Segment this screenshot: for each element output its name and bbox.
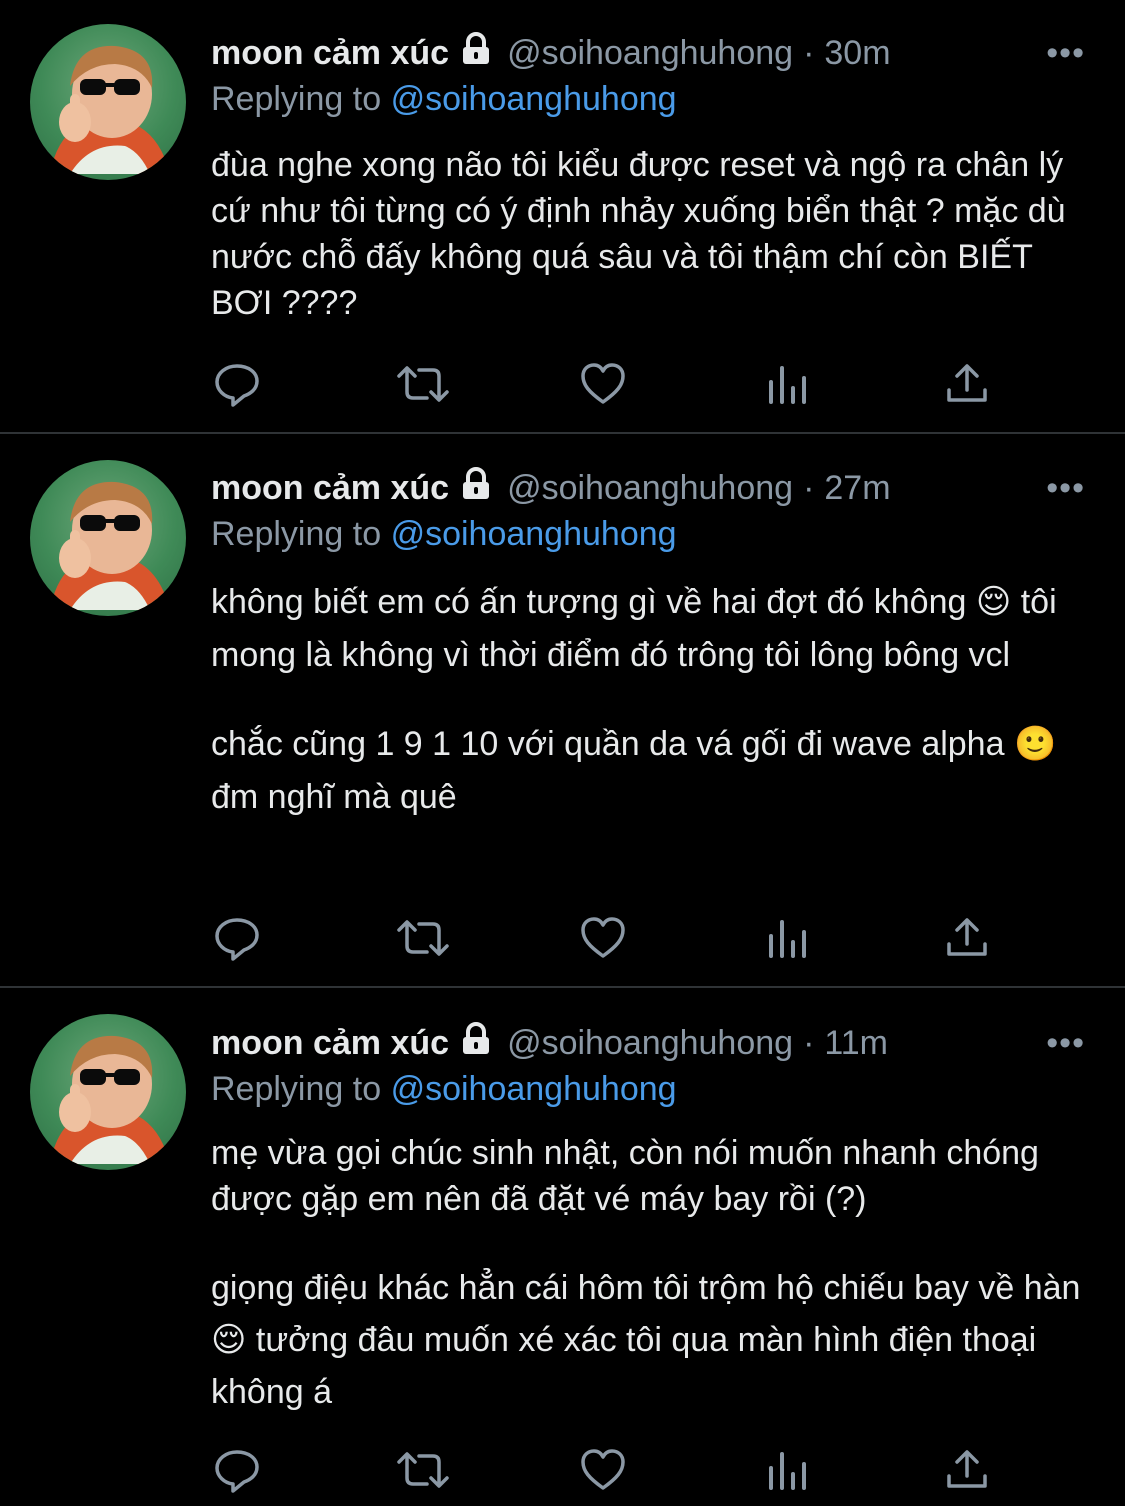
like-icon[interactable] (579, 914, 627, 962)
action-bar (213, 914, 1003, 962)
reply-icon[interactable] (213, 360, 261, 408)
tweet-text: không biết em có ấn tượng gì về hai đợt … (211, 576, 1091, 824)
like-icon[interactable] (579, 1446, 627, 1494)
action-bar (213, 360, 1003, 408)
timestamp[interactable]: 30m (824, 34, 890, 73)
separator: · (803, 468, 815, 507)
tweet-text: đùa nghe xong não tôi kiểu được reset và… (211, 142, 1091, 326)
tweet-paragraph: mẹ vừa gọi chúc sinh nhật, còn nói muốn … (211, 1134, 1039, 1218)
handle[interactable]: @soihoanghuhong (507, 34, 793, 73)
more-options-button[interactable]: ••• (1046, 1024, 1085, 1063)
timestamp[interactable]: 27m (824, 469, 890, 508)
mention-link[interactable]: @soihoanghuhong (391, 80, 677, 118)
tweet[interactable]: moon cảm xúc @soihoanghuhong · 27m ••• R… (0, 434, 1125, 988)
tweet-paragraph: giọng điệu khác hẳn cái hôm tôi trộm hộ … (211, 1269, 1081, 1411)
avatar[interactable] (30, 1014, 186, 1170)
tweet[interactable]: moon cảm xúc @soihoanghuhong · 11m ••• R… (0, 988, 1125, 1506)
tweet-text: mẹ vừa gọi chúc sinh nhật, còn nói muốn … (211, 1130, 1091, 1418)
handle[interactable]: @soihoanghuhong (507, 1024, 793, 1063)
replying-to: Replying to @soihoanghuhong (211, 515, 677, 554)
reply-icon[interactable] (213, 1446, 261, 1494)
handle[interactable]: @soihoanghuhong (507, 469, 793, 508)
separator: · (803, 33, 815, 72)
action-bar (213, 1446, 1003, 1494)
display-name[interactable]: moon cảm xúc (211, 469, 449, 508)
retweet-icon[interactable] (395, 1446, 451, 1494)
lock-icon (459, 466, 493, 510)
separator: · (803, 1023, 815, 1062)
more-options-button[interactable]: ••• (1046, 469, 1085, 508)
tweet-paragraph: đùa nghe xong não tôi kiểu được reset và… (211, 146, 1066, 322)
share-icon[interactable] (943, 914, 991, 962)
more-options-button[interactable]: ••• (1046, 34, 1085, 73)
mention-link[interactable]: @soihoanghuhong (391, 1070, 677, 1108)
analytics-icon[interactable] (765, 360, 813, 408)
timestamp[interactable]: 11m (824, 1024, 888, 1063)
lock-icon (459, 1021, 493, 1065)
lock-icon (459, 31, 493, 75)
replying-prefix: Replying to (211, 515, 382, 553)
tweet-paragraph: chắc cũng 1 9 1 10 với quần da vá gối đi… (211, 725, 1057, 816)
retweet-icon[interactable] (395, 360, 451, 408)
retweet-icon[interactable] (395, 914, 451, 962)
replying-to: Replying to @soihoanghuhong (211, 80, 677, 119)
display-name[interactable]: moon cảm xúc (211, 1024, 449, 1063)
replying-prefix: Replying to (211, 80, 382, 118)
like-icon[interactable] (579, 360, 627, 408)
display-name[interactable]: moon cảm xúc (211, 34, 449, 73)
replying-to: Replying to @soihoanghuhong (211, 1070, 677, 1109)
reply-icon[interactable] (213, 914, 261, 962)
analytics-icon[interactable] (765, 914, 813, 962)
share-icon[interactable] (943, 360, 991, 408)
replying-prefix: Replying to (211, 1070, 382, 1108)
tweet-paragraph: không biết em có ấn tượng gì về hai đợt … (211, 583, 1057, 674)
mention-link[interactable]: @soihoanghuhong (391, 515, 677, 553)
avatar[interactable] (30, 460, 186, 616)
tweet[interactable]: moon cảm xúc @soihoanghuhong · 30m ••• R… (0, 0, 1125, 434)
tweet-header: moon cảm xúc @soihoanghuhong · 27m ••• (211, 465, 1085, 511)
tweet-header: moon cảm xúc @soihoanghuhong · 30m ••• (211, 30, 1085, 76)
analytics-icon[interactable] (765, 1446, 813, 1494)
share-icon[interactable] (943, 1446, 991, 1494)
avatar[interactable] (30, 24, 186, 180)
tweet-header: moon cảm xúc @soihoanghuhong · 11m ••• (211, 1020, 1085, 1066)
